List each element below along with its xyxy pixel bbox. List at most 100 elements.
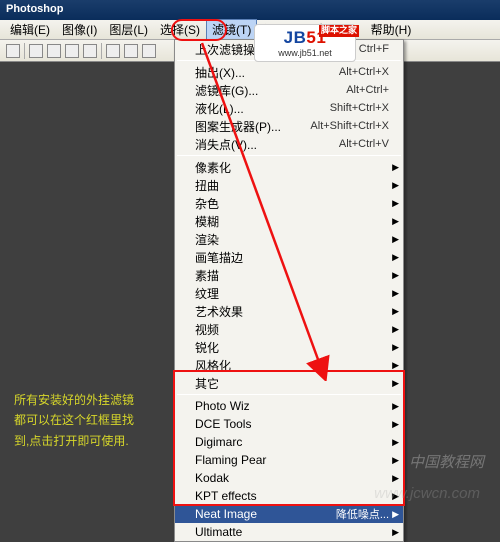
menu-label: 模糊 [195, 213, 219, 230]
app-title: Photoshop [6, 3, 63, 15]
submenu-arrow-icon: ▶ [392, 378, 399, 389]
menu-separator [177, 394, 401, 395]
caption-line: 都可以在这个红框里找 [14, 410, 164, 430]
menu-item[interactable]: 素描 ▶ [175, 266, 403, 284]
logo-cn: 脚本之家 [319, 25, 359, 37]
menu-shortcut: Shift+Ctrl+X [330, 102, 389, 114]
menu-item[interactable]: 抽出(X)... Alt+Ctrl+X [175, 63, 403, 81]
watermark-logo: 脚本之家 JB51 www.jb51.net [254, 24, 356, 62]
menu-item[interactable]: 模糊 ▶ [175, 212, 403, 230]
titlebar: Photoshop [0, 0, 500, 20]
menu-label: 消失点(V)... [195, 136, 257, 153]
menu-item[interactable]: 艺术效果▶ [175, 302, 403, 320]
menu-label: DCE Tools [195, 417, 251, 431]
submenu-arrow-icon: ▶ [392, 324, 399, 335]
menu-item[interactable]: Neat Image降低噪点...▶ [175, 505, 403, 523]
menu-label: Flaming Pear [195, 453, 266, 467]
menu-label: Ultimatte [195, 525, 242, 539]
menu-label: 扭曲 [195, 177, 219, 194]
menu-3[interactable]: 选择(S) [154, 19, 206, 40]
tool-icon[interactable] [6, 44, 20, 58]
menu-label: 渲染 [195, 231, 219, 248]
submenu-arrow-icon: ▶ [392, 473, 399, 484]
menu-7[interactable]: 帮助(H) [365, 19, 418, 40]
menu-item[interactable]: Digimarc ▶ [175, 433, 403, 451]
submenu-arrow-icon: ▶ [392, 252, 399, 263]
menu-item[interactable]: 液化(L)... Shift+Ctrl+X [175, 99, 403, 117]
submenu-arrow-icon: ▶ [392, 419, 399, 430]
menu-4[interactable]: 滤镜(T) [206, 19, 257, 40]
menu-separator [177, 155, 401, 156]
menu-item[interactable]: KPT effects▶ [175, 487, 403, 505]
menu-0[interactable]: 编辑(E) [4, 19, 56, 40]
menu-label: 风格化 [195, 357, 231, 374]
menu-item[interactable]: DCE Tools ▶ [175, 415, 403, 433]
menu-1[interactable]: 图像(I) [56, 19, 103, 40]
menubar: 编辑(E)图像(I)图层(L)选择(S)滤镜(T)视图(V)窗口(W)帮助(H) [0, 20, 500, 40]
menu-item[interactable]: Ultimatte ▶ [175, 523, 403, 541]
menu-item[interactable]: 滤镜库(G)...Alt+Ctrl+ [175, 81, 403, 99]
menu-item[interactable]: 扭曲 ▶ [175, 176, 403, 194]
submenu-arrow-icon: ▶ [392, 198, 399, 209]
menu-label: Digimarc [195, 435, 242, 449]
logo-url: www.jb51.net [278, 48, 332, 58]
submenu-arrow-icon: ▶ [392, 360, 399, 371]
menu-label: 像素化 [195, 159, 231, 176]
menu-label: 液化(L)... [195, 100, 244, 117]
menu-item[interactable]: Flaming Pear ▶ [175, 451, 403, 469]
menu-item[interactable]: Photo Wiz▶ [175, 397, 403, 415]
menu-label: 纹理 [195, 285, 219, 302]
submenu-arrow-icon: ▶ [392, 162, 399, 173]
menu-item[interactable]: 像素化 ▶ [175, 158, 403, 176]
tool-icon[interactable] [142, 44, 156, 58]
menu-item[interactable]: 风格化 ▶ [175, 356, 403, 374]
separator [101, 43, 102, 59]
submenu-arrow-icon: ▶ [392, 509, 399, 520]
menu-label: 杂色 [195, 195, 219, 212]
tool-icon[interactable] [83, 44, 97, 58]
menu-2[interactable]: 图层(L) [103, 19, 154, 40]
tool-icon[interactable] [106, 44, 120, 58]
tool-icon[interactable] [47, 44, 61, 58]
submenu-arrow-icon: ▶ [392, 455, 399, 466]
menu-item[interactable]: 其它 ▶ [175, 374, 403, 392]
submenu-arrow-icon: ▶ [392, 288, 399, 299]
menu-item[interactable]: 杂色 ▶ [175, 194, 403, 212]
menu-label: 抽出(X)... [195, 64, 245, 81]
submenu-arrow-icon: ▶ [392, 234, 399, 245]
menu-label: 其它 [195, 375, 219, 392]
menu-item[interactable]: 纹理 ▶ [175, 284, 403, 302]
menu-item[interactable]: 渲染 ▶ [175, 230, 403, 248]
submenu-arrow-icon: ▶ [392, 180, 399, 191]
menu-label: 滤镜库(G)... [195, 82, 258, 99]
caption-line: 所有安装好的外挂滤镜 [14, 390, 164, 410]
menu-shortcut: Ctrl+F [359, 43, 389, 55]
menu-item[interactable]: 图案生成器(P)...Alt+Shift+Ctrl+X [175, 117, 403, 135]
submenu-arrow-icon: ▶ [392, 491, 399, 502]
caption-line: 到,点击打开即可使用. [14, 431, 164, 451]
filter-menu: 上次滤镜操作 Ctrl+F 抽出(X)...Alt+Ctrl+X滤镜库(G)..… [174, 39, 404, 542]
menu-label: 艺术效果 [195, 303, 243, 320]
submenu-arrow-icon: ▶ [392, 270, 399, 281]
menu-item[interactable]: 视频 ▶ [175, 320, 403, 338]
menu-item[interactable]: 锐化▶ [175, 338, 403, 356]
menu-label: 视频 [195, 321, 219, 338]
tool-icon[interactable] [65, 44, 79, 58]
submenu-arrow-icon: ▶ [392, 216, 399, 227]
menu-item[interactable]: 消失点(V)... Alt+Ctrl+V [175, 135, 403, 153]
submenu-arrow-icon: ▶ [392, 342, 399, 353]
menu-item[interactable]: 画笔描边 ▶ [175, 248, 403, 266]
menu-label: 图案生成器(P)... [195, 118, 281, 135]
menu-label: 画笔描边 [195, 249, 243, 266]
separator [24, 43, 25, 59]
menu-right-label: 降低噪点... [336, 506, 389, 522]
submenu-arrow-icon: ▶ [392, 401, 399, 412]
menu-shortcut: Alt+Ctrl+V [339, 138, 389, 150]
submenu-arrow-icon: ▶ [392, 527, 399, 538]
tool-icon[interactable] [29, 44, 43, 58]
submenu-arrow-icon: ▶ [392, 437, 399, 448]
menu-shortcut: Alt+Ctrl+X [339, 66, 389, 78]
menu-label: 素描 [195, 267, 219, 284]
tool-icon[interactable] [124, 44, 138, 58]
menu-item[interactable]: Kodak▶ [175, 469, 403, 487]
